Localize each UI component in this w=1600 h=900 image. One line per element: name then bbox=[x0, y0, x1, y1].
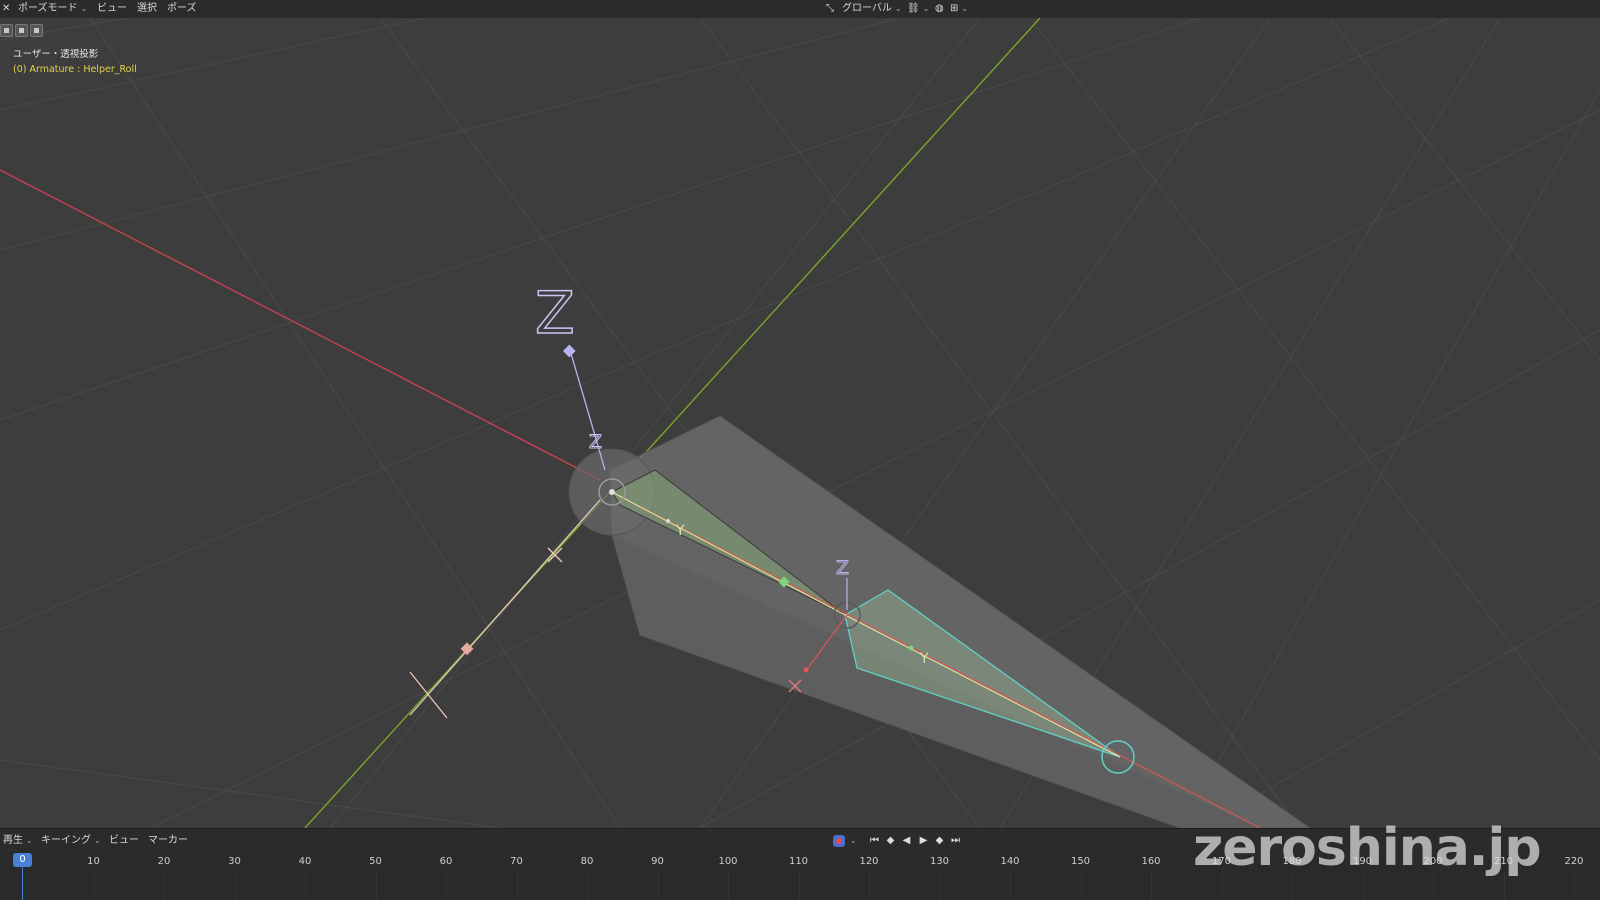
view-projection-label: ユーザー・透視投影 bbox=[13, 49, 99, 60]
x-axis-line bbox=[0, 169, 601, 481]
viewport-overlay-text: ユーザー・透視投影 (0) Armature : Helper_Roll bbox=[13, 47, 137, 77]
frame-gridline bbox=[234, 872, 236, 900]
frame-gridline bbox=[446, 872, 447, 900]
frame-gridline bbox=[305, 872, 306, 900]
timeline-menu-marker[interactable]: マーカー bbox=[148, 834, 188, 848]
frame-tick-label: 50 bbox=[369, 856, 382, 867]
timeline-menu-keying[interactable]: キーイング ⌄ bbox=[41, 834, 101, 848]
mode-dropdown[interactable]: ポーズモード ⌄ bbox=[18, 2, 87, 16]
menu-select[interactable]: 選択 bbox=[137, 2, 157, 16]
snap-target-icon[interactable]: ⊞ ⌄ bbox=[950, 2, 968, 16]
frame-tick-label: 40 bbox=[298, 856, 312, 867]
frame-tick-label: 60 bbox=[439, 856, 453, 867]
transform-orientation-icon: ⤡ bbox=[826, 3, 834, 14]
frame-gridline bbox=[587, 872, 588, 900]
chevron-down-icon: ⌄ bbox=[94, 836, 101, 845]
frame-tick-label: 160 bbox=[1141, 856, 1161, 867]
pivot-icon[interactable]: ⛓ ⌄ bbox=[907, 2, 929, 16]
frame-gridline bbox=[1574, 872, 1575, 900]
frame-tick-label: 130 bbox=[929, 856, 950, 867]
gizmo-x-line bbox=[409, 499, 601, 716]
select-extend-icon[interactable] bbox=[15, 24, 28, 37]
bone-y-label-a: Y bbox=[675, 523, 685, 539]
3d-viewport[interactable]: Z Z Y Z Y bbox=[0, 0, 1600, 829]
bone-y-label-b: Y bbox=[919, 651, 929, 667]
frame-tick-label: 10 bbox=[87, 856, 100, 867]
select-subtract-icon[interactable] bbox=[30, 24, 43, 37]
frame-gridline bbox=[1010, 872, 1011, 900]
viewport-header: ✕ ポーズモード ⌄ ビュー 選択 ポーズ ⤡ グローバル ⌄ ⛓ ⌄ ◍ ⊞ ⌄ bbox=[0, 0, 1600, 18]
frame-tick-label: 120 bbox=[859, 856, 879, 867]
frame-gridline bbox=[1151, 872, 1152, 900]
menu-view[interactable]: ビュー bbox=[97, 2, 127, 16]
current-frame-indicator[interactable]: 0 bbox=[13, 853, 32, 867]
frame-gridline bbox=[164, 872, 165, 900]
chevron-down-icon: ⌄ bbox=[26, 836, 33, 845]
timeline-menu-view[interactable]: ビュー bbox=[109, 834, 139, 848]
frame-gridline bbox=[93, 872, 95, 900]
frame-tick-label: 30 bbox=[228, 856, 241, 867]
child-y-dot bbox=[908, 645, 914, 651]
frame-gridline bbox=[516, 872, 518, 900]
bone-head-dot bbox=[609, 489, 615, 495]
frame-tick-label: 140 bbox=[1000, 856, 1020, 867]
frame-gridline bbox=[1080, 872, 1082, 900]
frame-tick-label: 220 bbox=[1564, 856, 1584, 867]
transform-orientation-dropdown[interactable]: グローバル ⌄ bbox=[842, 2, 902, 16]
child-x-dot bbox=[803, 667, 809, 673]
snap-icon[interactable]: ◍ bbox=[935, 2, 944, 16]
chevron-down-icon: ⌄ bbox=[894, 4, 902, 13]
record-icon[interactable] bbox=[833, 835, 845, 847]
mode-label: ポーズモード bbox=[18, 3, 78, 14]
select-new-icon[interactable] bbox=[0, 24, 13, 37]
jump-start-icon[interactable]: ⏮ bbox=[868, 835, 881, 847]
frame-gridline bbox=[798, 872, 800, 900]
watermark-text: zeroshina.jp bbox=[1193, 818, 1542, 878]
timeline-menu-playback[interactable]: 再生 ⌄ bbox=[3, 834, 33, 848]
frame-tick-label: 100 bbox=[718, 856, 738, 867]
playhead-line bbox=[22, 867, 23, 900]
pose-mode-icon: ✕ bbox=[2, 3, 11, 14]
frame-gridline bbox=[869, 872, 870, 900]
active-object-label: (0) Armature : Helper_Roll bbox=[13, 64, 137, 75]
frame-tick-label: 70 bbox=[510, 856, 523, 867]
prev-keyframe-icon[interactable]: ◆ bbox=[884, 835, 897, 847]
play-icon[interactable]: ▶ bbox=[917, 835, 930, 847]
frame-gridline bbox=[728, 872, 729, 900]
frame-gridline bbox=[657, 872, 659, 900]
frame-tick-label: 110 bbox=[788, 856, 809, 867]
menu-pose[interactable]: ポーズ bbox=[167, 2, 197, 16]
next-keyframe-icon[interactable]: ◆ bbox=[933, 835, 946, 847]
frame-gridline bbox=[375, 872, 377, 900]
frame-gridline bbox=[939, 872, 941, 900]
frame-tick-label: 90 bbox=[651, 856, 664, 867]
frame-tick-label: 20 bbox=[157, 856, 171, 867]
viewport-scene: Z Z Y Z Y bbox=[0, 0, 1600, 829]
gizmo-z-label-small: Z bbox=[589, 431, 602, 453]
frame-tick-label: 150 bbox=[1070, 856, 1091, 867]
orientation-label: グローバル bbox=[842, 3, 892, 14]
gizmo-z-label-large: Z bbox=[535, 279, 575, 347]
bone-z-label-b: Z bbox=[836, 557, 849, 579]
play-reverse-icon[interactable]: ◀ bbox=[900, 835, 913, 847]
chevron-down-icon: ⌄ bbox=[80, 4, 88, 13]
chevron-down-icon[interactable]: ⌄ bbox=[850, 834, 857, 848]
floor-grid bbox=[0, 0, 1600, 829]
selection-mode-toolbar bbox=[0, 22, 45, 37]
jump-end-icon[interactable]: ⏭ bbox=[949, 835, 962, 847]
root-y-dot bbox=[666, 519, 670, 523]
frame-tick-label: 80 bbox=[580, 856, 594, 867]
